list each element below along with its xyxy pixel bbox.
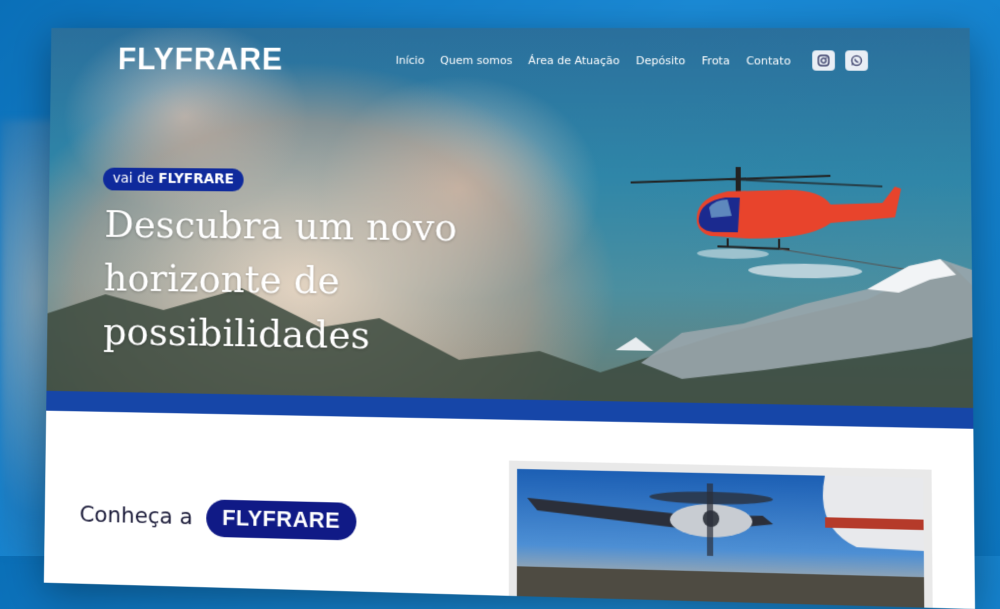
about-brand-badge: FLYFRARE bbox=[206, 499, 356, 540]
airplane-illustration bbox=[517, 469, 925, 609]
main-nav: Início Quem somos Área de Atuação Depósi… bbox=[396, 54, 791, 68]
instagram-icon bbox=[817, 54, 829, 66]
nav-item-contato[interactable]: Contato bbox=[746, 54, 791, 67]
about-intro-text: Conheça a bbox=[79, 502, 193, 530]
social-links bbox=[812, 50, 868, 70]
nav-item-inicio[interactable]: Início bbox=[396, 54, 425, 67]
aircraft-photo bbox=[509, 461, 933, 609]
whatsapp-button[interactable] bbox=[845, 50, 868, 70]
about-intro: Conheça a FLYFRARE bbox=[79, 496, 356, 540]
tagline-prefix: vai de bbox=[113, 171, 154, 187]
hero-headline: Descubra um novo horizonte de possibilid… bbox=[103, 197, 619, 366]
tagline-brand: FLYFRARE bbox=[158, 171, 234, 187]
nav-item-frota[interactable]: Frota bbox=[702, 54, 730, 67]
instagram-button[interactable] bbox=[812, 50, 835, 70]
hero-section: FLYFRARE Início Quem somos Área de Atuaç… bbox=[46, 28, 973, 408]
helicopter-image bbox=[626, 144, 904, 269]
website-mockup: FLYFRARE Início Quem somos Área de Atuaç… bbox=[44, 28, 975, 609]
site-header: FLYFRARE Início Quem somos Área de Atuaç… bbox=[50, 28, 970, 100]
aircraft-photo-image bbox=[517, 469, 925, 609]
whatsapp-icon bbox=[850, 54, 862, 66]
about-section: Conheça a FLYFRARE bbox=[44, 411, 975, 609]
nav-item-area-de-atuacao[interactable]: Área de Atuação bbox=[528, 54, 619, 67]
nav-item-quem-somos[interactable]: Quem somos bbox=[440, 54, 512, 67]
nav-item-deposito[interactable]: Depósito bbox=[636, 54, 686, 67]
site-logo[interactable]: FLYFRARE bbox=[118, 42, 283, 78]
hero-tagline-badge: vai de FLYFRARE bbox=[103, 168, 244, 192]
